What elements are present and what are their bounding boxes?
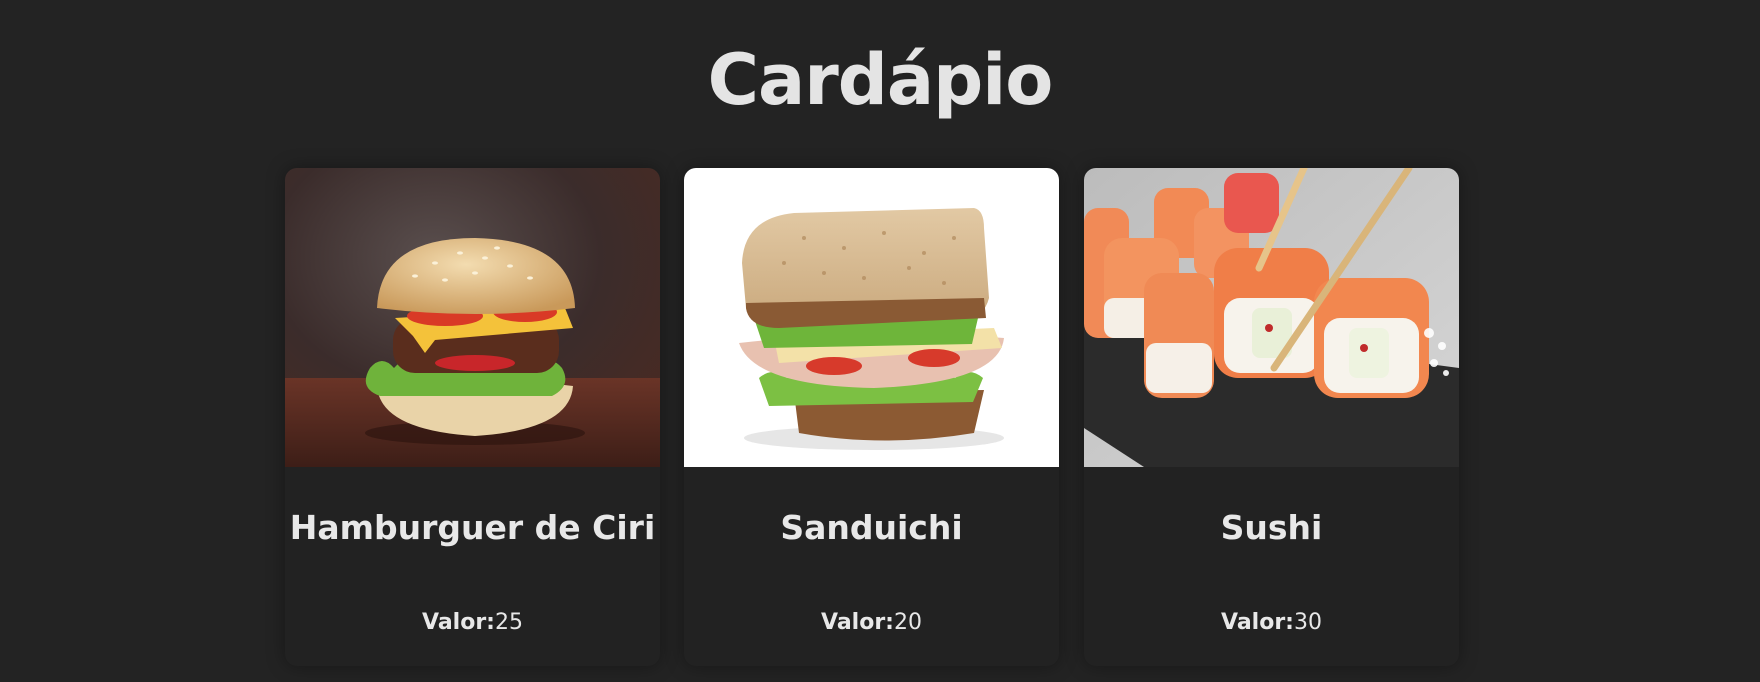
menu-card-sanduichi[interactable]: Sanduichi Valor:20 <box>684 168 1059 666</box>
menu-item-name: Sanduichi <box>780 508 963 547</box>
burger-photo <box>285 168 660 467</box>
menu-grid: Hamburguer de Ciri Valor:25 Sanduichi Va… <box>285 168 1459 666</box>
menu-item-price: Valor:25 <box>285 608 660 638</box>
price-label: Valor: <box>1221 610 1294 635</box>
menu-item-price: Valor:30 <box>1084 608 1459 638</box>
menu-card-sushi[interactable]: Sushi Valor:30 <box>1084 168 1459 666</box>
menu-item-name: Sushi <box>1220 508 1323 547</box>
menu-item-price: Valor:20 <box>684 608 1059 638</box>
price-value: 20 <box>893 610 922 635</box>
price-label: Valor: <box>422 610 495 635</box>
page-title: Cardápio <box>707 39 1054 121</box>
price-label: Valor: <box>821 610 894 635</box>
sandwich-photo <box>684 168 1059 467</box>
price-value: 25 <box>494 610 523 635</box>
price-value: 30 <box>1293 610 1322 635</box>
menu-item-name: Hamburguer de Ciri <box>289 508 656 547</box>
sushi-photo <box>1084 168 1459 467</box>
menu-card-hamburguer[interactable]: Hamburguer de Ciri Valor:25 <box>285 168 660 666</box>
